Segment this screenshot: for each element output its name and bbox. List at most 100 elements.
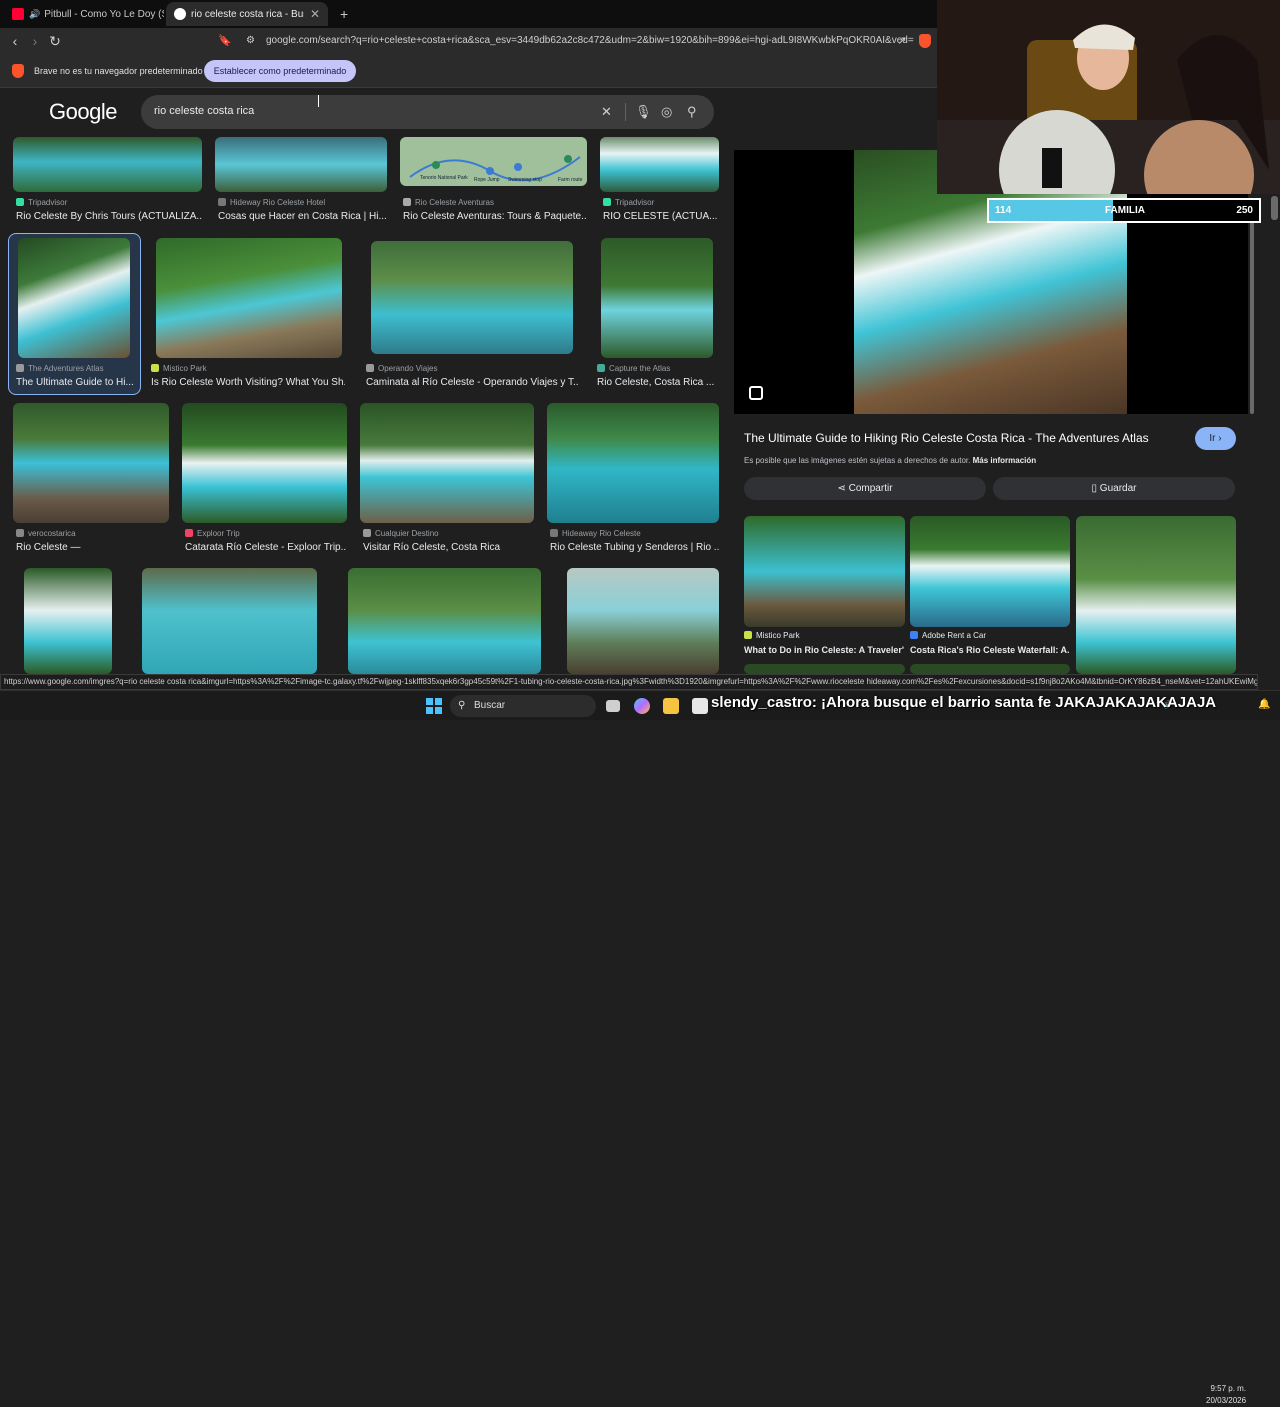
related-image[interactable]: [744, 516, 905, 627]
related-title[interactable]: Costa Rica's Rio Celeste Waterfall: A...: [910, 645, 1070, 655]
notifications-icon[interactable]: 🔔: [1258, 699, 1270, 711]
result-source: Exploor Trip: [185, 529, 240, 538]
related-title[interactable]: What to Do in Rio Celeste: A Traveler's.…: [744, 645, 904, 655]
result-image[interactable]: [215, 137, 387, 192]
result-image[interactable]: [600, 137, 719, 192]
visit-button[interactable]: Ir ›: [1195, 427, 1236, 450]
page-scrollbar-thumb[interactable]: [1271, 196, 1278, 220]
windows-start-icon[interactable]: [426, 698, 442, 714]
result-image[interactable]: [547, 403, 719, 523]
tab-pitbull[interactable]: 🔊 Pitbull - Como Yo Le Doy (Spang: [4, 2, 164, 26]
map-label: Rope Jump: [474, 177, 500, 183]
result-image[interactable]: [601, 238, 713, 358]
preview-title[interactable]: The Ultimate Guide to Hiking Rio Celeste…: [744, 431, 1149, 445]
google-icon: [174, 8, 186, 20]
tab-strip: 🔊 Pitbull - Como Yo Le Doy (Spang rio ce…: [0, 0, 937, 28]
result-title[interactable]: Rio Celeste Tubing y Senderos | Rio ...: [550, 542, 720, 553]
search-icon: ⚲: [458, 700, 466, 711]
url-text: google.com/search?q=rio+celeste+costa+ri…: [266, 35, 914, 46]
result-title[interactable]: Is Rio Celeste Worth Visiting? What You …: [151, 377, 345, 388]
address-bar[interactable]: ⚙ google.com/search?q=rio+celeste+costa+…: [238, 31, 914, 51]
copilot-icon[interactable]: [634, 698, 650, 714]
result-title[interactable]: RIO CELESTE (ACTUA...: [603, 211, 719, 222]
result-title[interactable]: Cosas que Hacer en Costa Rica | Hi...: [218, 211, 388, 222]
result-image[interactable]: [371, 241, 573, 354]
more-info-link[interactable]: Más información: [973, 456, 1037, 465]
share-icon[interactable]: ↗: [893, 32, 911, 50]
map-label: Farm route: [558, 177, 583, 183]
result-title[interactable]: Visitar Río Celeste, Costa Rica: [363, 542, 533, 553]
related-image[interactable]: [910, 664, 1070, 674]
tab-label: rio celeste costa rica - Buscar co: [191, 8, 304, 20]
result-image[interactable]: [18, 238, 130, 358]
search-icon[interactable]: ⚲: [687, 104, 697, 120]
map-image[interactable]: Tenorio National Park Rope Jump Swimming…: [400, 137, 587, 186]
speaker-icon[interactable]: 🔊: [29, 9, 40, 20]
score-bar: 114 FAMILIA 250: [987, 198, 1261, 223]
share-button[interactable]: ⋖ Compartir: [744, 477, 986, 500]
result-source: Hideaway Rio Celeste: [550, 529, 641, 538]
result-source: Hideway Rio Celeste Hotel: [218, 198, 325, 207]
result-title[interactable]: Rio Celeste, Costa Rica ...: [597, 377, 715, 388]
result-title[interactable]: Catarata Río Celeste - Exploor Trip...: [185, 542, 347, 553]
divider: [625, 103, 626, 121]
result-source: Rio Celeste Aventuras: [403, 198, 494, 207]
store-icon[interactable]: [692, 698, 708, 714]
site-settings-icon[interactable]: ⚙: [246, 31, 255, 51]
result-title[interactable]: Caminata al Río Celeste - Operando Viaje…: [366, 377, 578, 388]
panel-scrollbar[interactable]: [1249, 150, 1255, 670]
brave-shield-icon[interactable]: [916, 32, 934, 50]
result-image[interactable]: [156, 238, 342, 358]
bookmark-icon[interactable]: 🔖: [216, 32, 234, 50]
clear-icon[interactable]: ✕: [601, 104, 612, 120]
infobar-message: Brave no es tu navegador predeterminado: [34, 66, 203, 76]
set-default-button[interactable]: Establecer como predeterminado: [204, 60, 356, 82]
result-image[interactable]: [348, 568, 541, 674]
result-image[interactable]: [142, 568, 317, 674]
tab-label: Pitbull - Como Yo Le Doy (Spang: [44, 8, 164, 20]
search-input[interactable]: rio celeste costa rica: [154, 105, 254, 117]
brave-logo-icon: [12, 64, 24, 78]
microphone-icon[interactable]: 🎙: [635, 104, 652, 120]
forward-icon[interactable]: ›: [26, 32, 44, 50]
score-right: 250: [1236, 205, 1253, 216]
result-image[interactable]: [13, 137, 202, 192]
map-label: Tenorio National Park: [420, 175, 468, 181]
result-image[interactable]: [13, 403, 169, 523]
result-title[interactable]: The Ultimate Guide to Hi...: [16, 377, 136, 388]
map-label: Swimming stop: [508, 177, 542, 183]
copyright-note: Es posible que las imágenes estén sujeta…: [744, 456, 1037, 465]
google-logo[interactable]: Google: [49, 99, 117, 125]
file-explorer-icon[interactable]: [663, 698, 679, 714]
scrollbar-thumb[interactable]: [1250, 200, 1254, 414]
result-source: Capture the Atlas: [597, 364, 670, 373]
tab-google-search[interactable]: rio celeste costa rica - Buscar co ✕: [166, 2, 328, 26]
score-label: FAMILIA: [1105, 205, 1145, 216]
result-title[interactable]: Rio Celeste By Chris Tours (ACTUALIZA...: [16, 211, 202, 222]
result-title[interactable]: Rio Celeste Aventuras: Tours & Paquete..…: [403, 211, 587, 222]
reload-icon[interactable]: ↻: [46, 32, 64, 50]
back-icon[interactable]: ‹: [6, 32, 24, 50]
result-source: Tripadvisor: [16, 198, 67, 207]
search-box[interactable]: rio celeste costa rica ✕ 🎙 ◎ ⚲: [141, 95, 714, 129]
related-image[interactable]: [910, 516, 1070, 627]
lens-icon[interactable]: ◎: [661, 104, 672, 120]
taskbar-clock[interactable]: 9:57 p. m. 20/03/2026: [1206, 1383, 1246, 1407]
result-source: Operando Viajes: [366, 364, 437, 373]
result-image[interactable]: [360, 403, 534, 523]
result-title[interactable]: Rio Celeste —: [16, 542, 166, 553]
related-source: Mistico Park: [744, 631, 800, 640]
mouse-cursor: [318, 95, 324, 107]
save-button[interactable]: ▯ Guardar: [993, 477, 1235, 500]
result-image[interactable]: [567, 568, 719, 674]
lens-search-icon[interactable]: [749, 386, 763, 400]
webcam-feed: [937, 0, 1280, 194]
related-image[interactable]: [744, 664, 905, 674]
result-image[interactable]: [182, 403, 347, 523]
taskbar-search[interactable]: ⚲ Buscar: [450, 695, 596, 717]
close-tab-icon[interactable]: ✕: [310, 7, 320, 21]
related-image[interactable]: [1076, 516, 1236, 674]
result-image[interactable]: [24, 568, 112, 674]
new-tab-button[interactable]: +: [332, 2, 352, 26]
task-view-icon[interactable]: [606, 700, 620, 712]
